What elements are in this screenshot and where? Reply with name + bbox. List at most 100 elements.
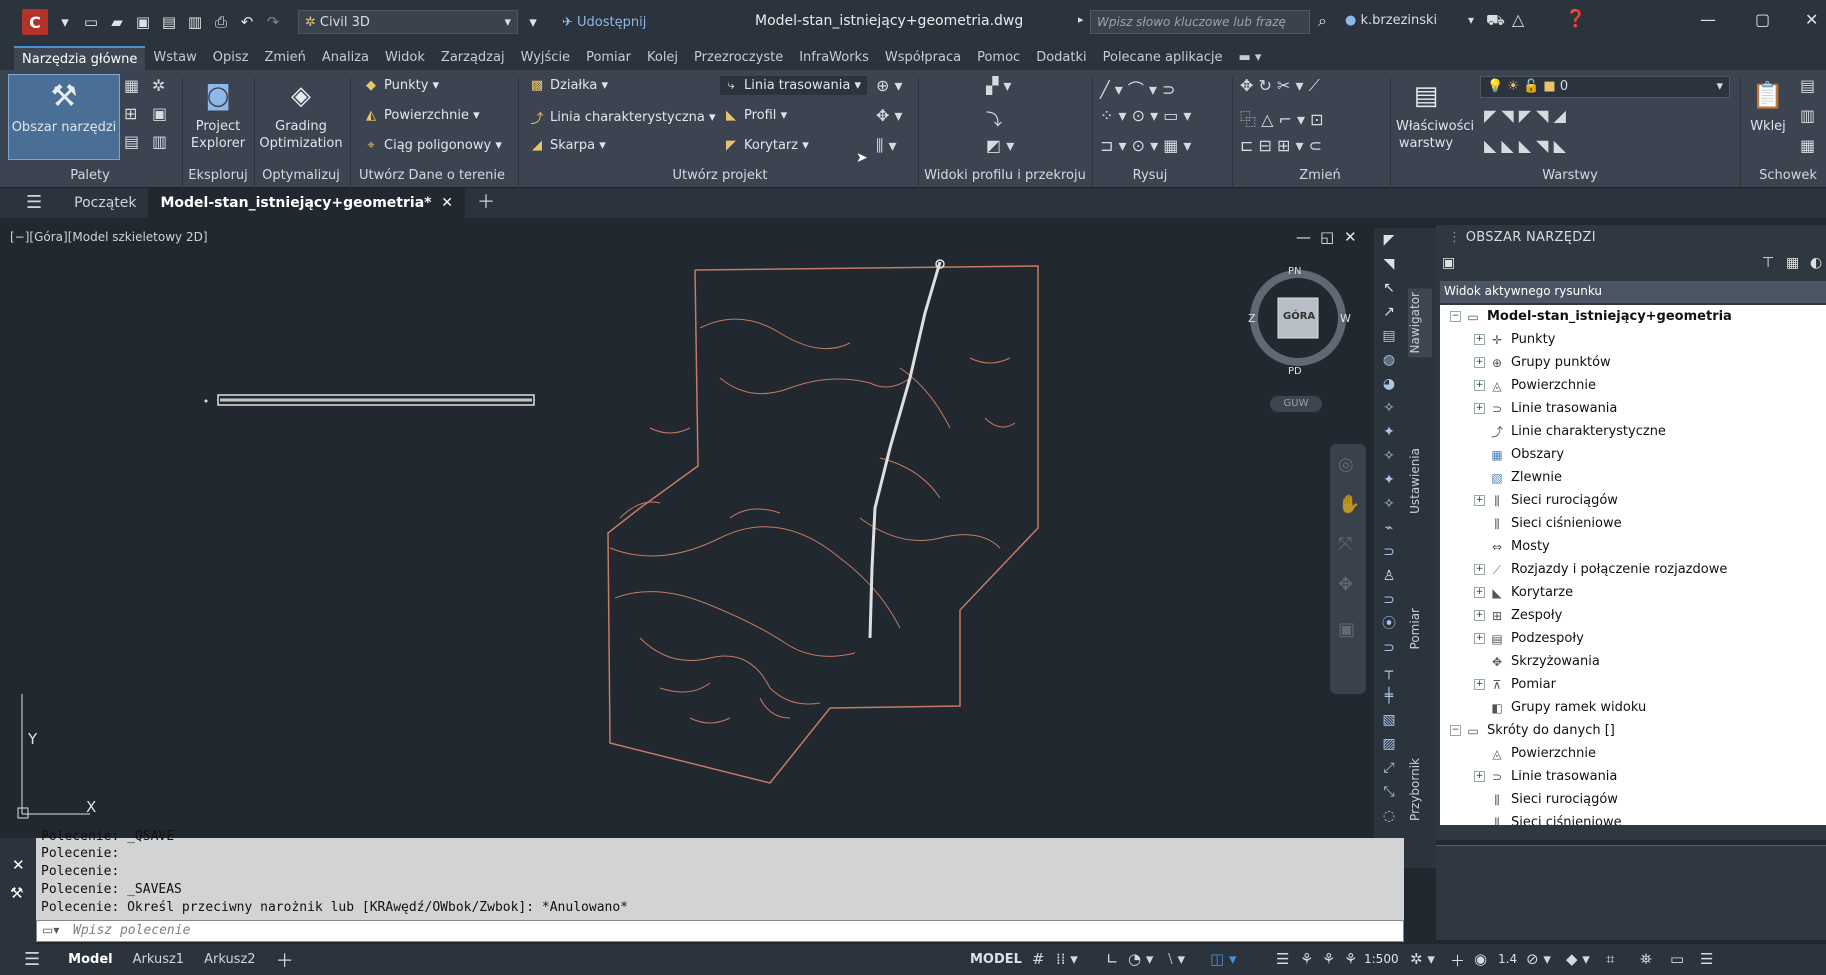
toolbox-palette-icon[interactable]: ▣ [152,104,167,123]
viewcube-south[interactable]: PD [1288,366,1302,377]
share-button[interactable]: ✈ Udostępnij [562,15,646,30]
toolbar-snap10-icon[interactable]: ⦿ [1374,612,1404,636]
panel-label-optymalizuj[interactable]: Optymalizuj [256,166,346,186]
snap-icon[interactable]: ⁞⁞ ▾ [1056,950,1078,968]
toolbar-snap18-icon[interactable]: ◌ [1374,804,1404,828]
maximize-button[interactable]: ▢ [1755,10,1770,29]
viewcube-top-label[interactable]: GÓRA [1283,311,1315,322]
surfaces-button[interactable]: ◭ Powierzchnie ▾ [362,108,480,123]
tree-root-data-shortcuts[interactable]: − ▭ Skróty do danych [] [1450,719,1615,742]
panel-label-eksploruj[interactable]: Eksploruj [184,166,252,186]
tab-pomoc[interactable]: Pomoc [969,46,1028,70]
command-customize-icon[interactable]: ⚒ [10,884,23,902]
polyline-draw-icon[interactable]: ⊐ ▾ ⊙ ▾ ▦ ▾ [1100,136,1191,155]
expand-icon[interactable]: + [1474,495,1485,506]
minimize-button[interactable]: — [1700,10,1716,29]
help-icon[interactable]: ❓ [1565,9,1586,29]
open-folder-icon[interactable]: ▰ [106,11,128,33]
toolspace-tree-icon[interactable]: ⊤ [1762,255,1774,271]
ribbon-options-icon[interactable]: ▬ ▾ [1231,46,1270,70]
tab-zmien[interactable]: Zmień [256,46,313,70]
toolspace-view-icon[interactable]: ▣ [1442,255,1455,271]
grid-icon[interactable]: # [1032,950,1045,968]
traverse-button[interactable]: ⌖ Ciąg poligonowy ▾ [362,138,502,153]
annotation-scale-icon[interactable]: ⚘ [1344,950,1357,968]
expand-icon[interactable]: + [1474,771,1485,782]
toolspace-view-select[interactable]: Widok aktywnego rysunku [1440,281,1826,303]
customization-icon[interactable]: ☰ [1700,950,1713,968]
section-view-icon[interactable]: ◩ ▾ [986,136,1014,155]
alignment-line[interactable] [868,261,942,639]
orbit-icon[interactable]: ✥ [1338,574,1353,595]
doc-tab-model[interactable]: Model-stan_istniejący+geometria* ✕ [148,188,465,218]
toolspace-options-icon[interactable]: ◐ [1810,255,1822,271]
points-button[interactable]: ◆ Punkty ▾ [362,78,439,93]
toolbar-pointer2-icon[interactable]: ↗ [1374,300,1404,324]
command-close-icon[interactable]: ✕ [12,856,25,874]
copy-clip-icon[interactable]: ▥ [1800,106,1815,125]
object-snap-icon[interactable]: ◫ ▾ [1210,950,1236,968]
drawing-canvas[interactable] [0,218,1370,836]
drawing-viewport[interactable]: [−][Góra][Model szkieletowy 2D] — ◱ ✕ Y … [0,218,1380,836]
tab-przezroczyste[interactable]: Przezroczyste [686,46,791,70]
panel-label-widoki-profilu[interactable]: Widoki profilu i przekroju [920,166,1090,186]
search-input[interactable]: Wpisz słowo kluczowe lub frazę [1090,10,1310,34]
toolbar-snap3-icon[interactable]: ✧ [1374,444,1404,468]
layout-tab-arkusz2[interactable]: Arkusz2 [194,952,265,967]
panel-label-schowek[interactable]: Schowek [1750,166,1826,186]
viewcube-west[interactable]: Z [1248,312,1256,325]
account-dropdown-icon[interactable]: ▾ [1468,13,1474,27]
showmotion-icon[interactable]: ▣ [1338,619,1355,640]
tab-infraworks[interactable]: InfraWorks [791,46,877,70]
collapse-icon[interactable]: − [1450,725,1461,736]
app-logo[interactable]: C [22,9,48,35]
units-icon[interactable]: ◉ [1474,950,1487,968]
feature-line-button[interactable]: ⤴ Linia charakterystyczna ▾ [528,108,715,127]
annotation-monitor-icon[interactable]: ＋ [1450,950,1465,971]
tree-item-points[interactable]: + ✛ Punkty [1474,328,1555,351]
viewcube-north[interactable]: PN [1288,266,1302,277]
side-tab-settings[interactable]: Ustawienia [1408,448,1432,514]
side-tab-navigator[interactable]: Nawigator [1408,288,1432,358]
alignment-button[interactable]: ⤷ Linia trasowania ▾ [720,76,868,95]
tab-opisz[interactable]: Opisz [205,46,257,70]
user-account[interactable]: ● k.brzezinski [1345,13,1437,28]
lineweight-icon[interactable]: ☰ [1276,950,1289,968]
tree-item-intersections[interactable]: ✥ Skrzyżowania [1489,650,1600,673]
toolspace-list-icon[interactable]: ▦ [1786,255,1799,271]
command-recent-icon[interactable]: ▭▾ [42,923,59,937]
annotation-autoscale-icon[interactable]: ⚘ [1322,950,1335,968]
survey-palette-icon[interactable]: ⊞ [124,104,137,123]
cut-icon[interactable]: ▤ [1800,76,1815,95]
expand-icon[interactable]: + [1474,380,1485,391]
tree-shortcut-alignments[interactable]: + ⊃ Linie trasowania [1474,765,1617,788]
tab-zarzadzaj[interactable]: Zarządzaj [433,46,513,70]
tree-shortcut-surfaces[interactable]: ◬ Powierzchnie [1489,742,1596,765]
grading-button[interactable]: ◢ Skarpa ▾ [528,138,606,153]
toolbar-snap13-icon[interactable]: ╪ [1374,684,1404,708]
doc-tab-start[interactable]: Początek [62,188,148,218]
panel-label-zmien[interactable]: Zmień [1270,166,1370,186]
panel-label-warstwy[interactable]: Warstwy [1510,166,1630,186]
annotation-visibility-icon[interactable]: ⚘ [1300,950,1313,968]
palette-icon[interactable]: ▦ [124,76,139,95]
layout-tab-arkusz1[interactable]: Arkusz1 [123,952,194,967]
move-icon[interactable]: ✥ ↻ ✂ ▾ ⟋ [1240,76,1320,96]
tab-wspolpraca[interactable]: Współpraca [877,46,969,70]
toolbar-snap17-icon[interactable]: ⤡ [1374,780,1404,804]
tree-item-survey[interactable]: + ⊼ Pomiar [1474,673,1556,696]
corridor-button[interactable]: ◤ Korytarz ▾ [722,138,809,153]
tree-item-assemblies[interactable]: + ⊞ Zespoły [1474,604,1562,627]
properties-palette-icon[interactable]: ▤ [124,132,139,151]
design-center-icon[interactable]: ▥ [152,132,167,151]
pan-icon[interactable]: ✋ [1338,494,1360,515]
tree-item-subassemblies[interactable]: + ▤ Podzespoły [1474,627,1584,650]
close-icon[interactable]: ✕ [441,195,453,211]
toolbar-snap8-icon[interactable]: ♙ [1374,564,1404,588]
undo-icon[interactable]: ↶ [236,11,258,33]
save-as-icon[interactable]: ▤ [158,11,180,33]
workspace-switch-icon[interactable]: ✲ ▾ [1410,950,1435,968]
terrain-contours[interactable] [609,318,1016,724]
toolbar-snap11-icon[interactable]: ⊃ [1374,636,1404,660]
dropdown-arrow-icon[interactable]: ▾ [54,11,76,33]
